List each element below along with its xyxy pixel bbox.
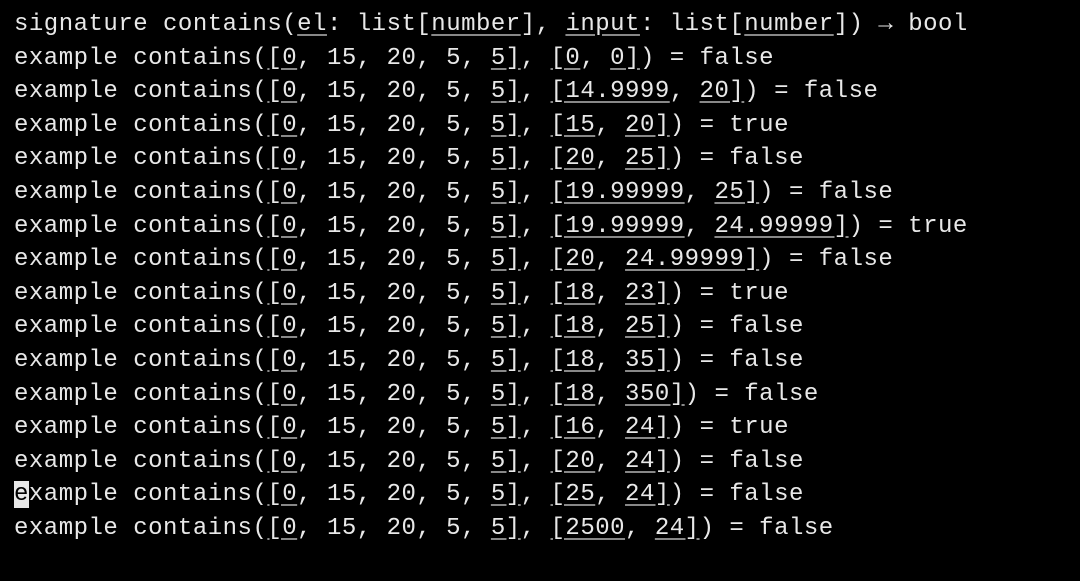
example-line[interactable]: example contains([0, 15, 20, 5, 5], [19.…: [14, 210, 1066, 244]
example-line[interactable]: example contains([0, 15, 20, 5, 5], [14.…: [14, 75, 1066, 109]
example-line[interactable]: example contains([0, 15, 20, 5, 5], [250…: [14, 512, 1066, 546]
example-line[interactable]: example contains([0, 15, 20, 5, 5], [20,…: [14, 445, 1066, 479]
signature-line[interactable]: signature contains(el: list[number], inp…: [14, 8, 1066, 42]
cursor: e: [14, 481, 29, 508]
example-line[interactable]: example contains([0, 15, 20, 5, 5], [25,…: [14, 478, 1066, 512]
example-line[interactable]: example contains([0, 15, 20, 5, 5], [20,…: [14, 243, 1066, 277]
example-line[interactable]: example contains([0, 15, 20, 5, 5], [15,…: [14, 109, 1066, 143]
code-editor[interactable]: signature contains(el: list[number], inp…: [14, 8, 1066, 546]
example-line[interactable]: example contains([0, 15, 20, 5, 5], [0, …: [14, 42, 1066, 76]
example-line[interactable]: example contains([0, 15, 20, 5, 5], [20,…: [14, 142, 1066, 176]
example-line[interactable]: example contains([0, 15, 20, 5, 5], [18,…: [14, 344, 1066, 378]
example-line[interactable]: example contains([0, 15, 20, 5, 5], [18,…: [14, 277, 1066, 311]
example-line[interactable]: example contains([0, 15, 20, 5, 5], [18,…: [14, 378, 1066, 412]
example-line[interactable]: example contains([0, 15, 20, 5, 5], [16,…: [14, 411, 1066, 445]
example-line[interactable]: example contains([0, 15, 20, 5, 5], [18,…: [14, 310, 1066, 344]
example-line[interactable]: example contains([0, 15, 20, 5, 5], [19.…: [14, 176, 1066, 210]
